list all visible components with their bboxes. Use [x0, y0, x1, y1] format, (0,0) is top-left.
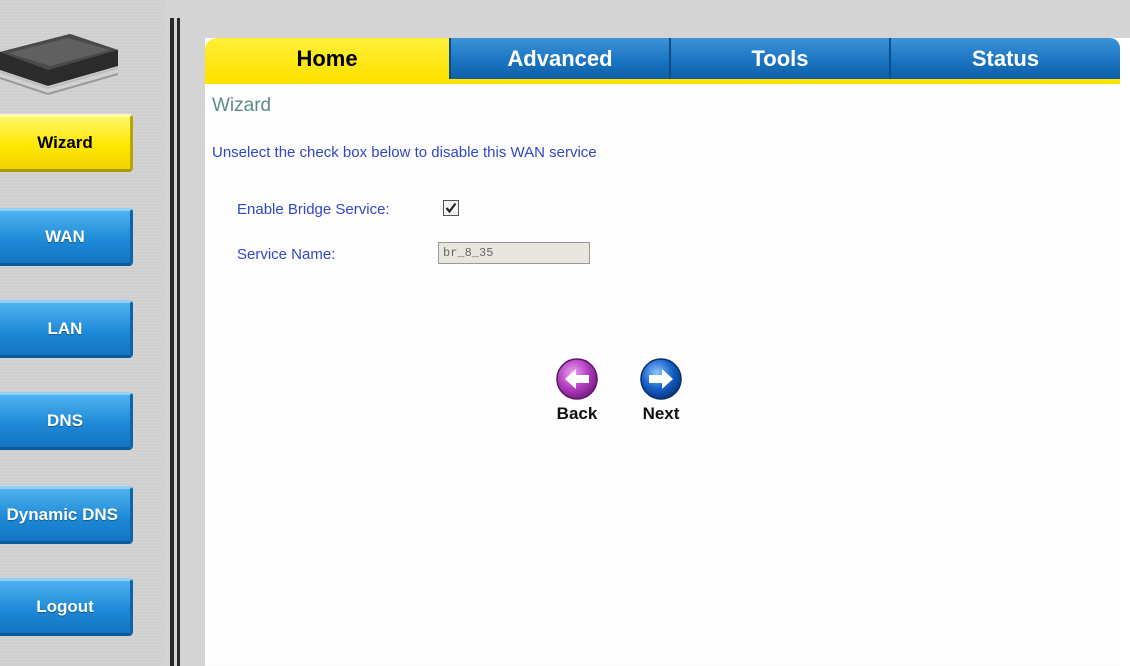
back-label: Back: [556, 404, 598, 423]
instruction-text: Unselect the check box below to disable …: [212, 144, 597, 161]
service-name-input[interactable]: [438, 242, 590, 264]
service-name-label: Service Name:: [237, 246, 336, 263]
checkmark-icon: [445, 202, 457, 214]
next-label: Next: [642, 404, 680, 423]
tab-bar: Home Advanced Tools Status: [205, 38, 1120, 84]
sidebar-divider: [165, 0, 205, 666]
sidebar-item-dns[interactable]: DNS: [0, 392, 133, 450]
sidebar-item-wan[interactable]: WAN: [0, 208, 133, 266]
tab-advanced[interactable]: Advanced: [451, 38, 671, 79]
bridge-service-checkbox[interactable]: [443, 200, 459, 216]
router-device-icon: [0, 34, 118, 95]
next-button[interactable]: Next: [637, 356, 685, 424]
sidebar-item-wizard[interactable]: Wizard: [0, 114, 133, 172]
sidebar-item-logout[interactable]: Logout: [0, 578, 133, 636]
sidebar: Wizard WAN LAN DNS Dynamic DNS Logout: [0, 0, 165, 666]
sidebar-item-lan[interactable]: LAN: [0, 300, 133, 358]
tab-home[interactable]: Home: [205, 38, 451, 79]
back-button[interactable]: Back: [553, 356, 601, 424]
sidebar-item-dynamic-dns[interactable]: Dynamic DNS: [0, 486, 133, 544]
top-strip: [205, 0, 1130, 38]
page-title: Wizard: [212, 95, 272, 116]
tab-status[interactable]: Status: [891, 38, 1120, 79]
left-arrow-circle-icon: [556, 358, 598, 400]
tab-tools[interactable]: Tools: [671, 38, 891, 79]
tab-underline: [205, 79, 1120, 84]
main-content: Home Advanced Tools Status Wizard Unsele…: [205, 38, 1120, 666]
bridge-service-label: Enable Bridge Service:: [237, 201, 390, 218]
right-arrow-circle-icon: [640, 358, 682, 400]
